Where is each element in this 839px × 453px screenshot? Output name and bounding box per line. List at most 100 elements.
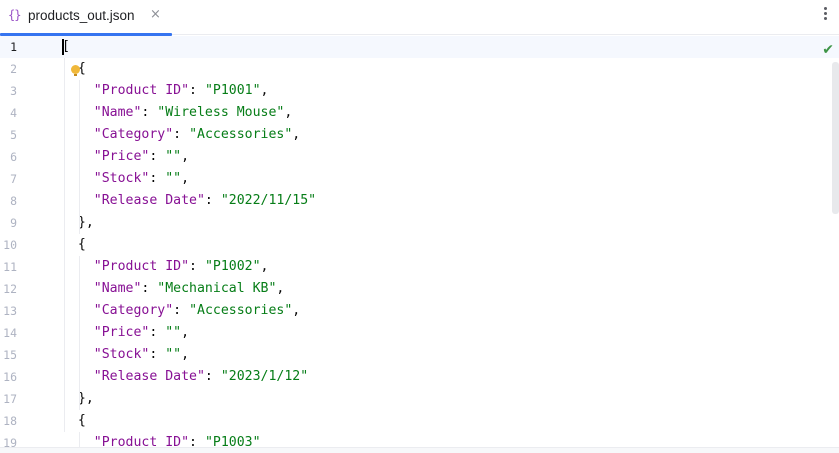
- line-number: 7: [10, 172, 17, 186]
- code-text: "Name": "Mechanical KB",: [62, 278, 285, 300]
- tab-products-out-json[interactable]: {} products_out.json ×: [0, 0, 172, 36]
- json-punctuation: [62, 171, 94, 186]
- line-number: 11: [3, 260, 17, 274]
- json-punctuation: :: [149, 325, 166, 340]
- json-punctuation: [62, 325, 94, 340]
- text-caret: [62, 39, 64, 55]
- lightbulb-icon[interactable]: [71, 65, 80, 76]
- code-line[interactable]: 12 "Name": "Mechanical KB",: [0, 278, 839, 300]
- json-punctuation: :: [204, 369, 221, 384]
- json-punctuation: [62, 303, 94, 318]
- line-number: 5: [10, 128, 17, 142]
- json-punctuation: [62, 193, 94, 208]
- code-text: "Stock": "",: [62, 344, 189, 366]
- json-string: "": [165, 171, 182, 186]
- code-line[interactable]: 6 "Price": "",: [0, 146, 839, 168]
- code-text: },: [62, 212, 94, 234]
- code-line[interactable]: 2 {: [0, 58, 839, 80]
- json-key: "Product ID": [93, 435, 190, 447]
- code-line[interactable]: 7 "Stock": "",: [0, 168, 839, 190]
- json-punctuation: [62, 83, 94, 98]
- code-line[interactable]: 17 },: [0, 388, 839, 410]
- code-text: "Category": "Accessories",: [62, 300, 300, 322]
- json-punctuation: :: [173, 303, 190, 318]
- json-string: "": [165, 347, 182, 362]
- indent-guide: [79, 80, 80, 234]
- line-number: 4: [10, 106, 17, 120]
- code-editor[interactable]: 19 "Product ID": "P1003" 18 {17 }, 16 "Rel…: [0, 36, 839, 447]
- line-number: 1: [10, 40, 17, 54]
- more-options-icon[interactable]: [821, 7, 829, 25]
- tab-title: products_out.json: [28, 8, 135, 23]
- code-line[interactable]: 3 "Product ID": "P1001",: [0, 80, 839, 102]
- json-punctuation: :: [173, 127, 190, 142]
- line-number: 2: [10, 62, 17, 76]
- json-punctuation: ,: [181, 347, 190, 362]
- line-number: 17: [3, 392, 17, 406]
- json-string: "2022/11/15": [220, 193, 317, 208]
- code-line[interactable]: 13 "Category": "Accessories",: [0, 300, 839, 322]
- line-number: 10: [3, 238, 17, 252]
- json-string: "Accessories": [189, 303, 293, 318]
- code-text: "Product ID": "P1003": [62, 432, 261, 447]
- json-punctuation: ,: [260, 259, 269, 274]
- code-line[interactable]: 1[: [0, 36, 839, 58]
- code-line[interactable]: 5 "Category": "Accessories",: [0, 124, 839, 146]
- json-key: "Release Date": [93, 369, 205, 384]
- code-line[interactable]: 19 "Product ID": "P1003": [0, 432, 839, 447]
- json-string: "": [165, 325, 182, 340]
- line-number: 16: [3, 370, 17, 384]
- code-text: "Release Date": "2023/1/12": [62, 366, 308, 388]
- json-punctuation: :: [149, 149, 166, 164]
- json-punctuation: [62, 369, 94, 384]
- json-punctuation: {: [62, 413, 86, 428]
- json-punctuation: [62, 105, 94, 120]
- json-punctuation: },: [62, 391, 94, 406]
- horizontal-scrollbar[interactable]: [0, 447, 839, 453]
- code-line[interactable]: 8 "Release Date": "2022/11/15": [0, 190, 839, 212]
- json-punctuation: :: [141, 281, 158, 296]
- close-icon[interactable]: ×: [150, 7, 161, 22]
- line-number: 9: [10, 216, 17, 230]
- line-number: 8: [10, 194, 17, 208]
- json-punctuation: [62, 149, 94, 164]
- json-key: "Stock": [93, 171, 150, 186]
- json-punctuation: ,: [181, 325, 190, 340]
- check-icon[interactable]: ✔: [822, 42, 834, 58]
- code-line[interactable]: 14 "Price": "",: [0, 322, 839, 344]
- json-punctuation: [62, 259, 94, 274]
- code-line[interactable]: 18 {: [0, 410, 839, 432]
- code-text: "Release Date": "2022/11/15": [62, 190, 316, 212]
- json-punctuation: ,: [292, 303, 301, 318]
- json-punctuation: :: [204, 193, 221, 208]
- json-punctuation: {: [62, 237, 86, 252]
- code-line[interactable]: 4 "Name": "Wireless Mouse",: [0, 102, 839, 124]
- code-text: {: [62, 234, 86, 256]
- json-punctuation: ,: [284, 105, 293, 120]
- code-line[interactable]: 15 "Stock": "",: [0, 344, 839, 366]
- json-punctuation: [62, 435, 94, 447]
- json-punctuation: ,: [292, 127, 301, 142]
- indent-guide: [79, 432, 80, 447]
- json-punctuation: [62, 281, 94, 296]
- ide-window: {} products_out.json × 19 "Product ID": …: [0, 0, 839, 453]
- code-line[interactable]: 16 "Release Date": "2023/1/12": [0, 366, 839, 388]
- code-line[interactable]: 9 },: [0, 212, 839, 234]
- json-string: "2023/1/12": [220, 369, 309, 384]
- json-string: "P1001": [204, 83, 261, 98]
- code-text: "Category": "Accessories",: [62, 124, 300, 146]
- line-number: 13: [3, 304, 17, 318]
- line-number: 18: [3, 414, 17, 428]
- json-punctuation: :: [189, 435, 205, 447]
- json-key: "Price": [93, 149, 150, 164]
- json-key: "Release Date": [93, 193, 205, 208]
- json-key: "Category": [93, 127, 174, 142]
- json-string: "": [165, 149, 182, 164]
- code-text: "Price": "",: [62, 322, 189, 344]
- code-line[interactable]: 10 {: [0, 234, 839, 256]
- json-key: "Product ID": [93, 83, 190, 98]
- json-string: "P1003": [204, 435, 261, 447]
- vertical-scrollbar[interactable]: [832, 62, 839, 214]
- code-line[interactable]: 11 "Product ID": "P1002",: [0, 256, 839, 278]
- json-punctuation: [62, 127, 94, 142]
